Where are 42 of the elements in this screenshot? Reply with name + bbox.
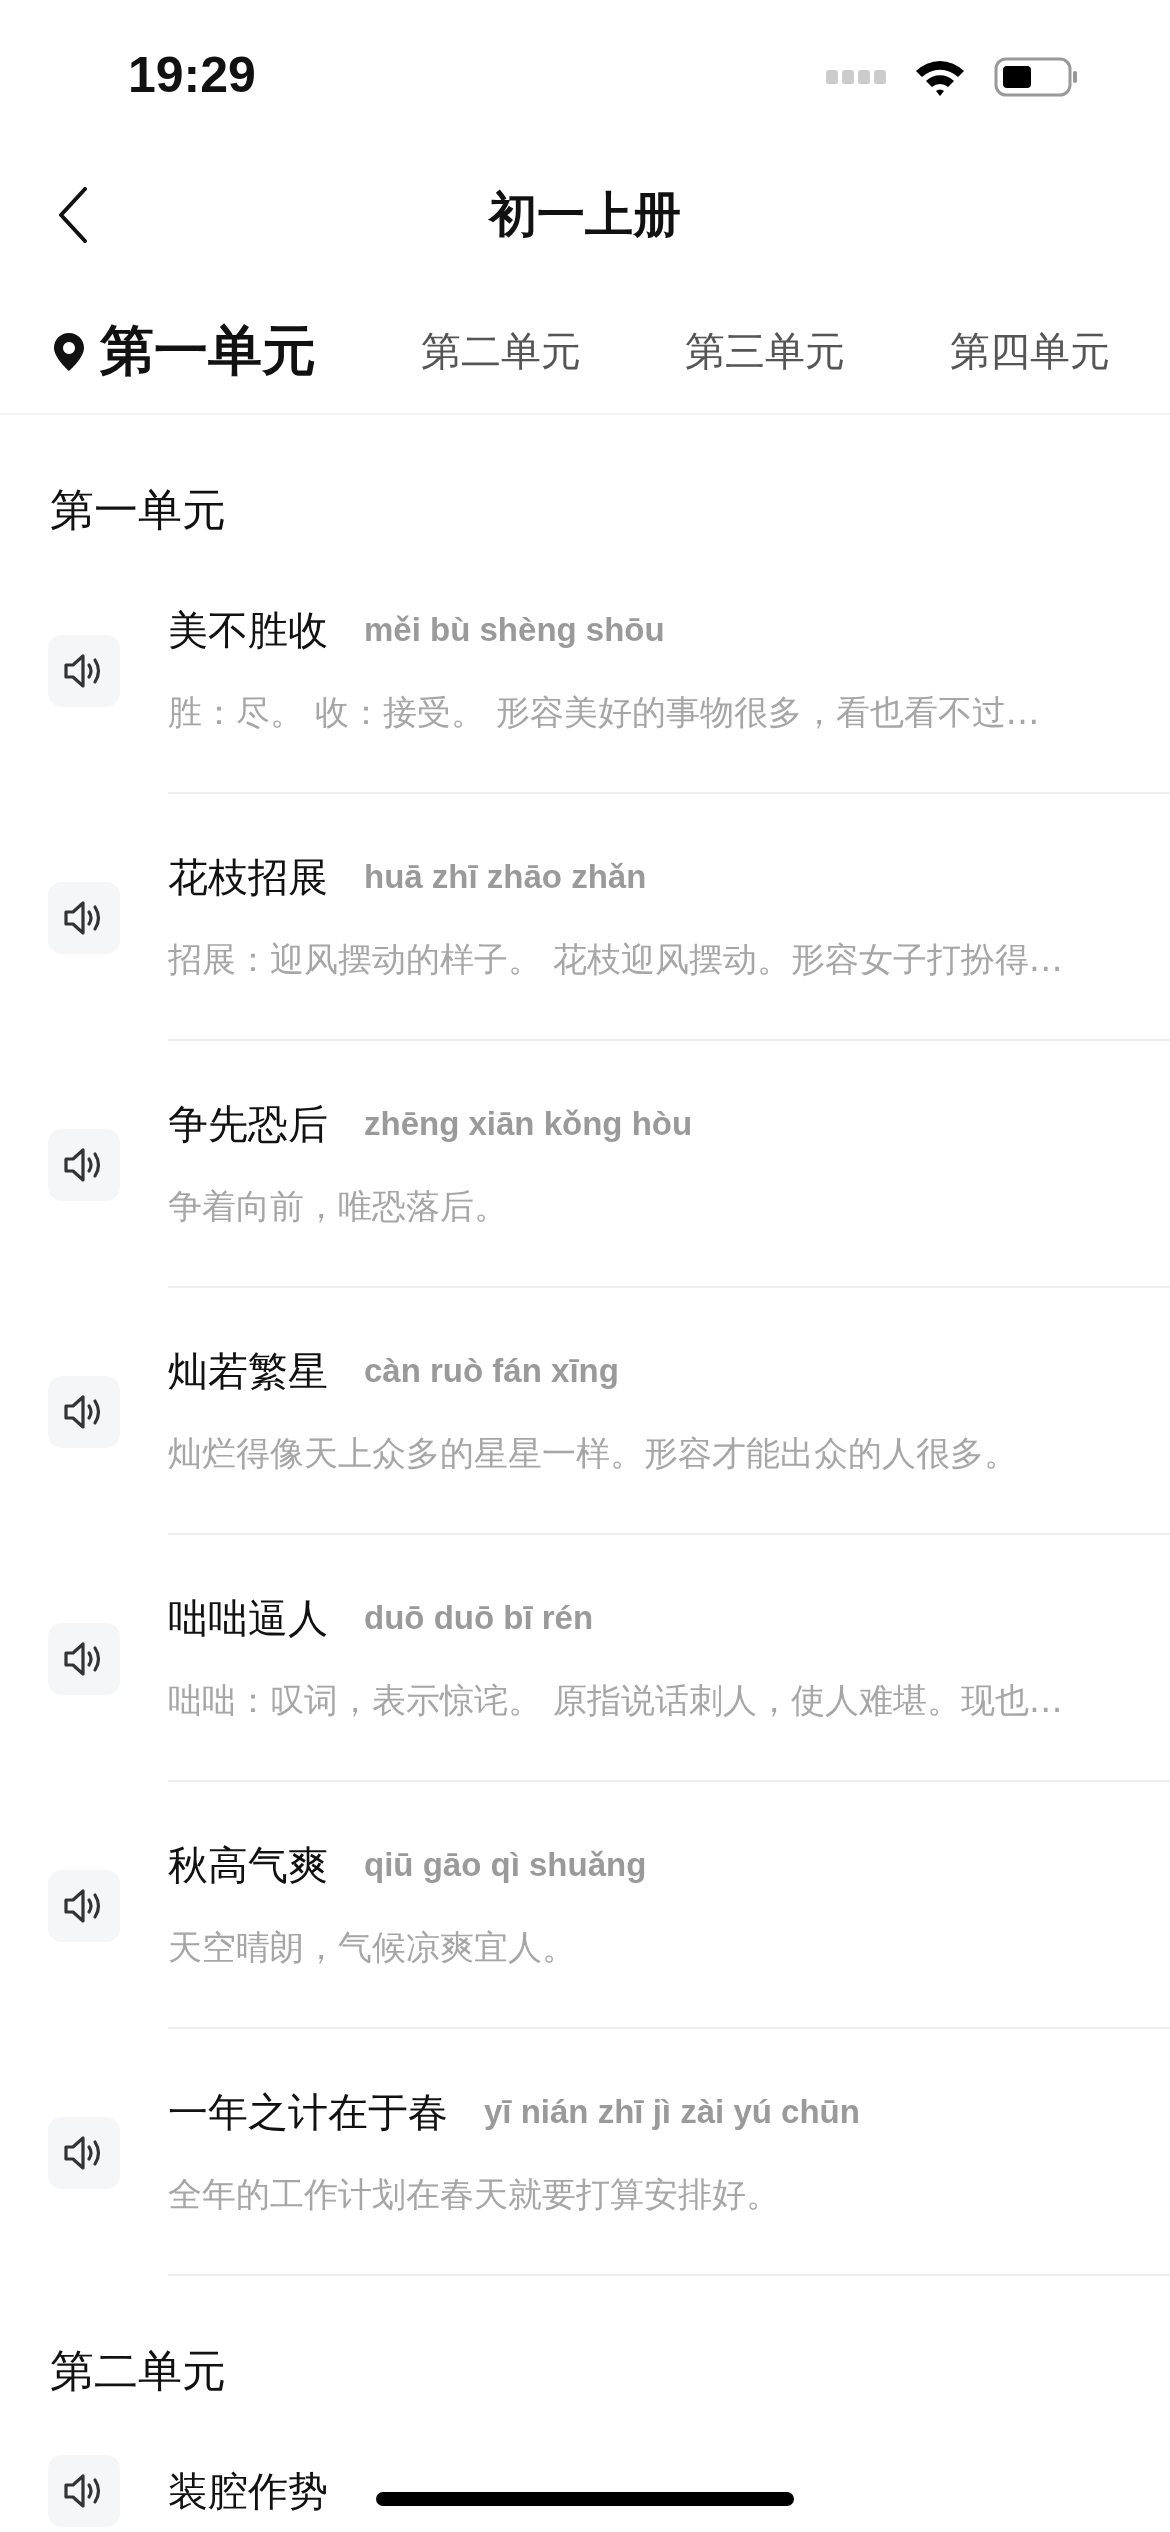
unit-tab[interactable]: 第三单元	[685, 324, 846, 379]
idiom-pinyin: měi bù shèng shōu	[364, 611, 665, 649]
back-icon[interactable]	[58, 187, 88, 243]
idiom-pinyin: càn ruò fán xīng	[364, 1352, 619, 1390]
idiom-word: 秋高气爽	[168, 1840, 328, 1890]
speaker-button[interactable]	[48, 1869, 120, 1942]
speaker-button[interactable]	[48, 2454, 120, 2527]
idiom-word: 灿若繁星	[168, 1346, 328, 1396]
idiom-pinyin: yī nián zhī jì zài yú chūn	[484, 2093, 860, 2131]
unit-tab[interactable]: 第四单元	[949, 324, 1110, 379]
idiom-meaning: 争着向前，唯恐落后。	[168, 1185, 509, 1228]
battery-icon	[994, 57, 1078, 97]
idiom-word: 花枝招展	[168, 852, 328, 902]
idiom-pinyin: qiū gāo qì shuǎng	[364, 1846, 647, 1884]
speaker-button[interactable]	[48, 1622, 120, 1695]
status-time: 19:29	[128, 46, 256, 104]
section-title: 第二单元	[50, 2344, 226, 2398]
speaker-button[interactable]	[48, 1128, 120, 1201]
idiom-meaning: 招展：迎风摆动的样子。 花枝迎风摆动。形容女子打扮得…	[168, 938, 1064, 981]
idiom-meaning: 胜：尽。 收：接受。 形容美好的事物很多，看也看不过…	[168, 691, 1041, 734]
idiom-pinyin: huā zhī zhāo zhǎn	[364, 858, 647, 896]
section-title: 第一单元	[50, 483, 226, 537]
speaker-button[interactable]	[48, 881, 120, 954]
idiom-word: 美不胜收	[168, 605, 328, 655]
speaker-button[interactable]	[48, 634, 120, 707]
signal-icon	[826, 68, 886, 86]
idiom-word: 争先恐后	[168, 1099, 328, 1149]
idiom-word: 咄咄逼人	[168, 1593, 328, 1643]
idiom-meaning: 咄咄：叹词，表示惊诧。 原指说话刺人，使人难堪。现也…	[168, 1679, 1064, 1722]
location-pin-icon	[52, 330, 86, 373]
idiom-meaning: 灿烂得像天上众多的星星一样。形容才能出众的人很多。	[168, 1432, 1019, 1475]
unit-tab[interactable]: 第一单元	[52, 315, 316, 388]
speaker-button[interactable]	[48, 1375, 120, 1448]
speaker-button[interactable]	[48, 2116, 120, 2189]
idiom-word: 一年之计在于春	[168, 2087, 448, 2137]
idiom-pinyin: zhēng xiān kǒng hòu	[364, 1105, 693, 1143]
unit-tab[interactable]: 第二单元	[420, 324, 581, 379]
idiom-word: 装腔作势	[168, 2466, 328, 2516]
idiom-pinyin: duō duō bī rén	[364, 1599, 594, 1637]
idiom-meaning: 天空晴朗，气候凉爽宜人。	[168, 1926, 577, 1969]
page-title: 初一上册	[489, 185, 681, 244]
idiom-meaning: 全年的工作计划在春天就要打算安排好。	[168, 2173, 781, 2216]
